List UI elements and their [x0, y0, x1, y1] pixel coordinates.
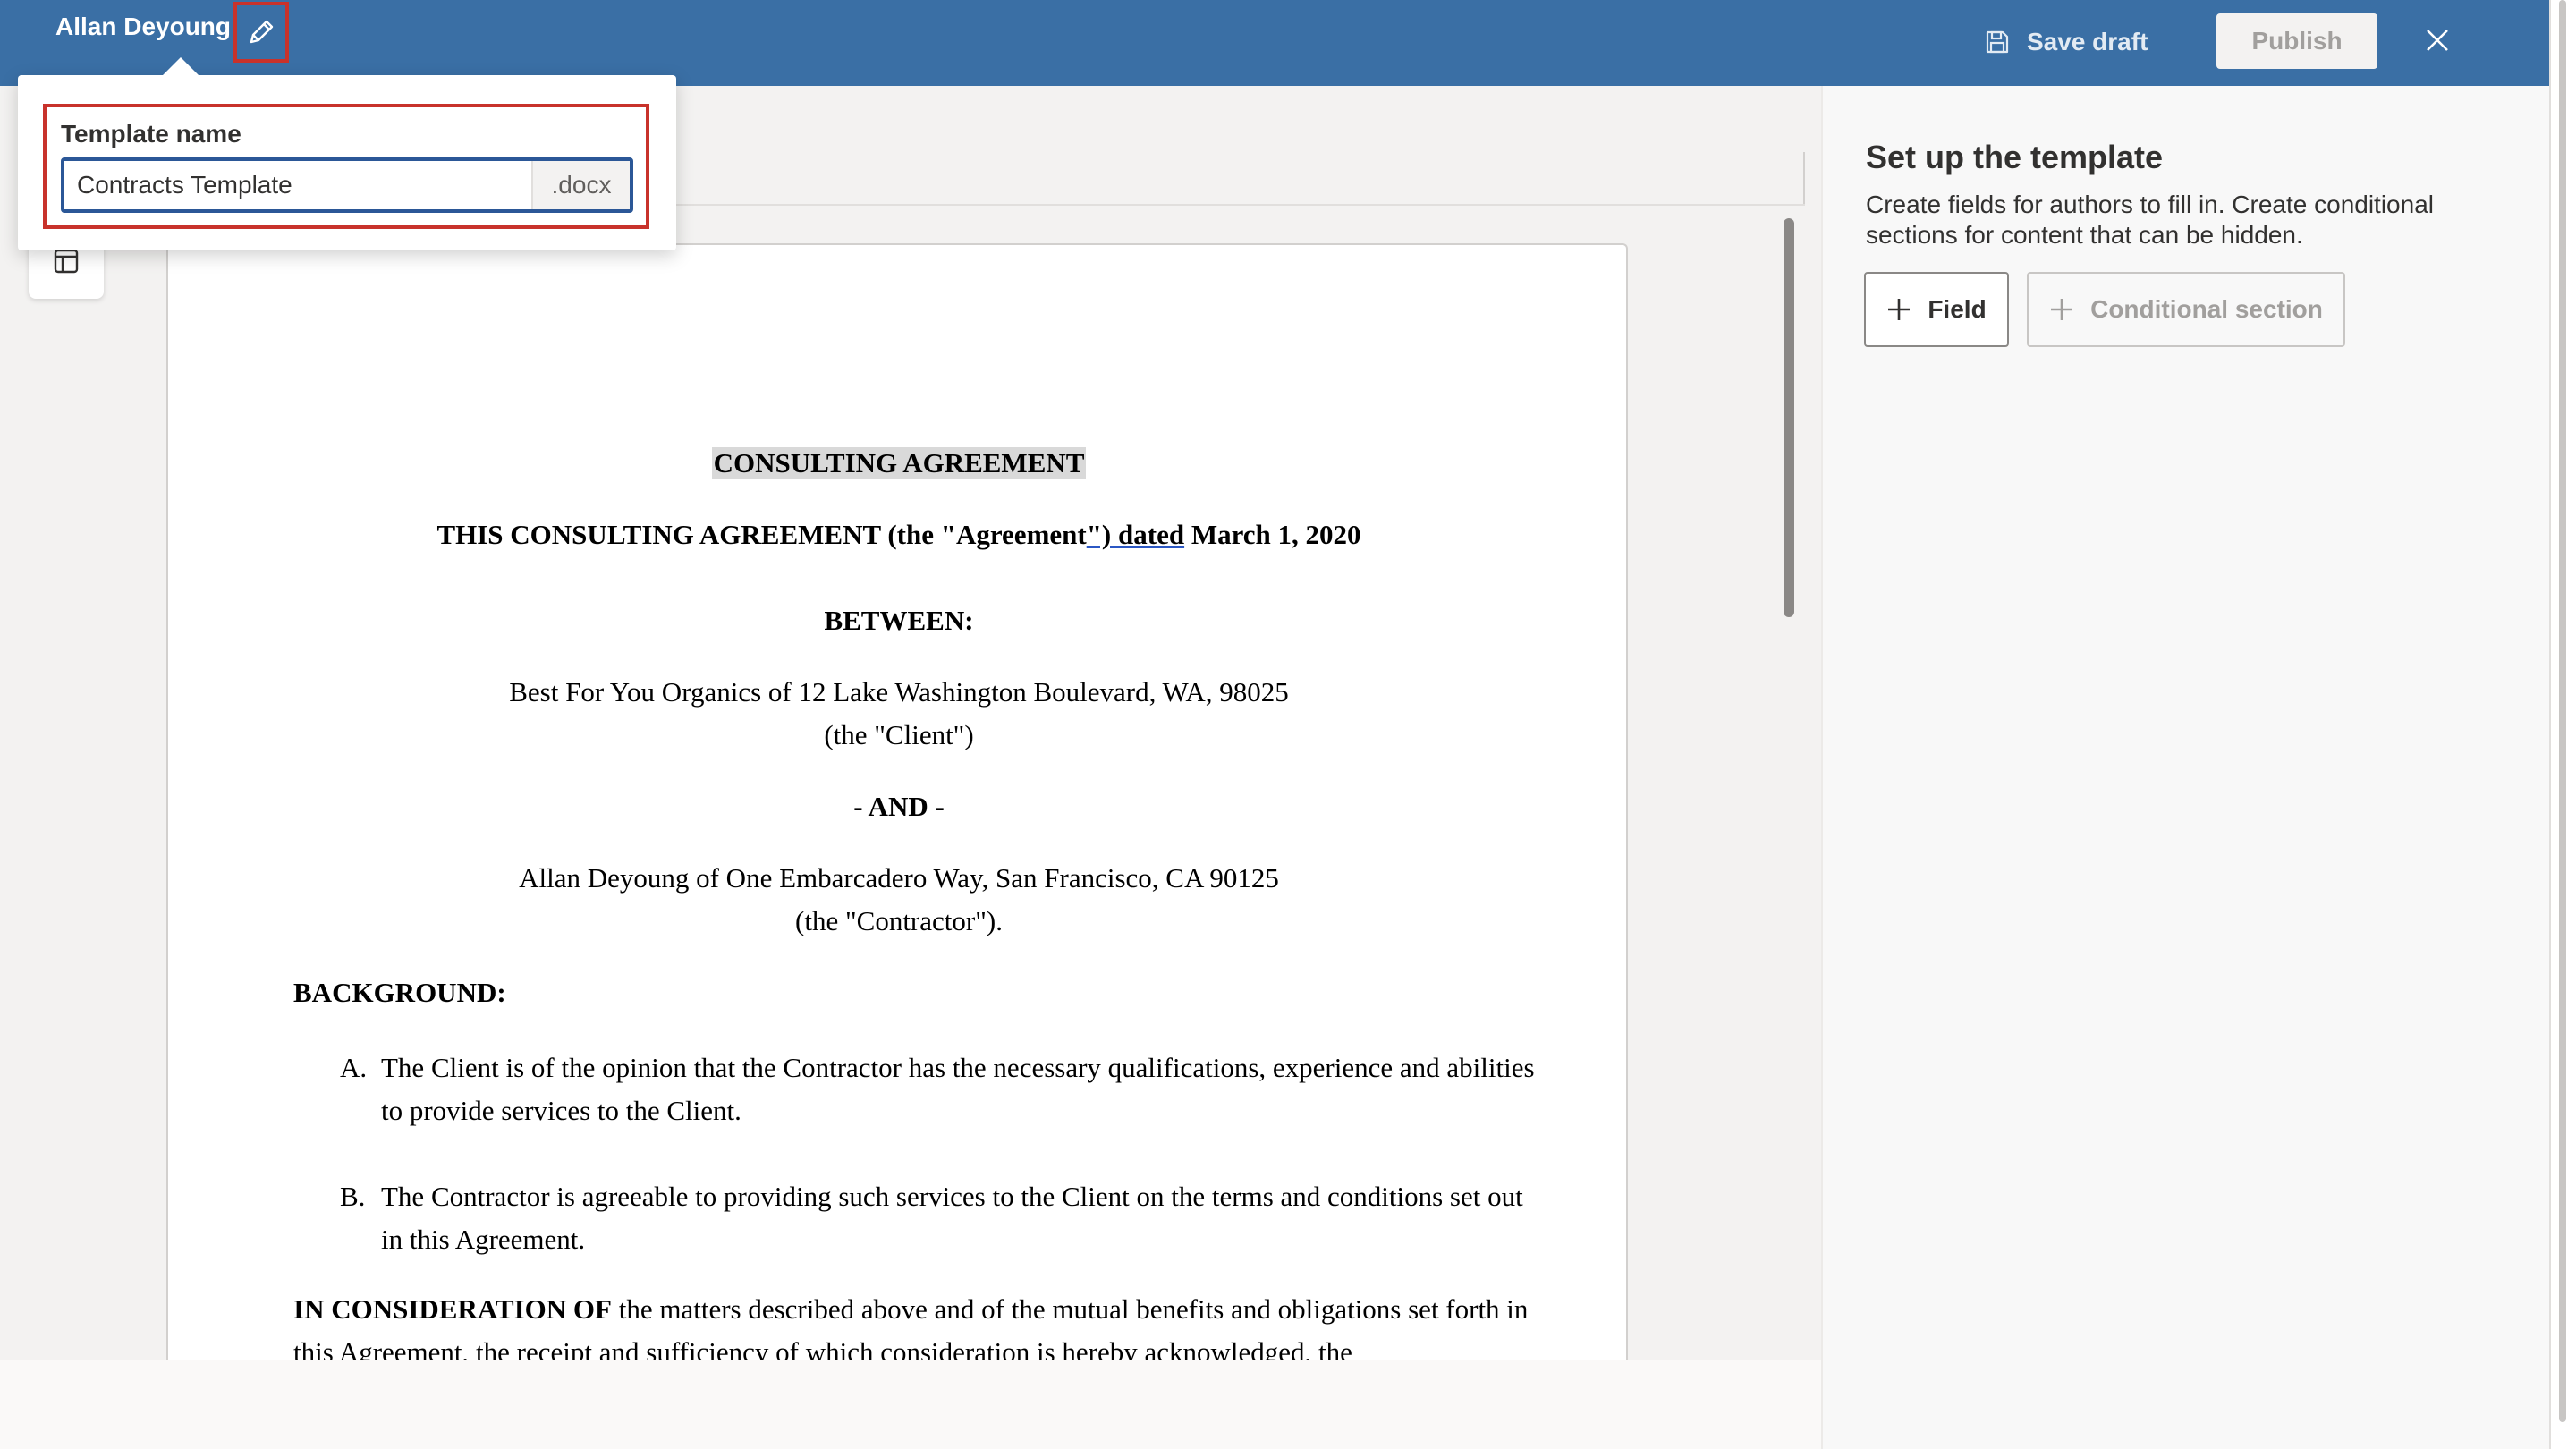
template-name-field[interactable]: .docx — [61, 157, 633, 213]
plus-icon — [1888, 299, 1911, 320]
header-bar — [0, 0, 2549, 86]
publish-label: Publish — [2251, 27, 2343, 55]
agreement-intro: THIS CONSULTING AGREEMENT (the "Agreemen… — [168, 515, 1626, 555]
file-extension-suffix: .docx — [531, 161, 630, 209]
background-heading: BACKGROUND: — [293, 977, 506, 1008]
between-heading: BETWEEN: — [824, 605, 974, 636]
template-name-input[interactable] — [64, 161, 531, 209]
contractor-alias: (the "Contractor"). — [795, 905, 1003, 936]
document-title: CONSULTING AGREEMENT — [711, 447, 1087, 479]
page-scrollbar[interactable] — [2559, 0, 2566, 1422]
publish-button[interactable]: Publish — [2216, 13, 2377, 69]
list-marker: A. — [340, 1052, 368, 1083]
add-conditional-section-button[interactable]: Conditional section — [2027, 272, 2345, 347]
panel-layout-icon — [54, 249, 79, 274]
close-icon — [2427, 30, 2448, 51]
client-line: Best For You Organics of 12 Lake Washing… — [509, 676, 1289, 708]
contractor-line: Allan Deyoung of One Embarcadero Way, Sa… — [519, 862, 1279, 894]
conditional-section-label: Conditional section — [2090, 295, 2323, 323]
panel-title: Set up the template — [1866, 139, 2164, 175]
close-button[interactable] — [2415, 18, 2460, 63]
add-field-button[interactable]: Field — [1864, 272, 2009, 347]
list-item-text: The Contractor is agreeable to providing… — [381, 1181, 1523, 1255]
template-owner-name: Allan Deyoung — [55, 13, 232, 40]
popover-beak — [161, 57, 200, 77]
document-toolbar-separator — [1803, 152, 1805, 204]
template-name-label: Template name — [61, 120, 242, 148]
consideration-paragraph: IN CONSIDERATION OF the matters describe… — [293, 1288, 1546, 1360]
panel-description: Create fields for authors to fill in. Cr… — [1866, 191, 2434, 249]
intro-text: THIS CONSULTING AGREEMENT (the "Agreemen… — [436, 519, 1087, 550]
workspace-footer — [0, 1360, 1821, 1449]
intro-underlined-text[interactable]: ") dated — [1087, 519, 1184, 550]
floppy-disk-icon — [1986, 30, 2009, 54]
list-item-text: The Client is of the opinion that the Co… — [381, 1052, 1535, 1126]
edit-template-name-button[interactable] — [233, 2, 289, 63]
pencil-icon — [250, 20, 274, 44]
document-page[interactable]: CONSULTING AGREEMENT THIS CONSULTING AGR… — [166, 243, 1628, 1360]
plus-icon — [2051, 299, 2073, 320]
save-draft-button[interactable]: Save draft — [1984, 21, 2148, 63]
and-separator: - AND - — [853, 791, 945, 822]
consideration-lead: IN CONSIDERATION OF — [293, 1293, 612, 1325]
document-toolbar-divider — [671, 204, 1805, 206]
document-scrollbar[interactable] — [1784, 218, 1794, 617]
client-alias: (the "Client") — [824, 719, 974, 750]
document-title-line: CONSULTING AGREEMENT — [168, 444, 1626, 483]
save-draft-label: Save draft — [2027, 28, 2148, 55]
list-marker: B. — [340, 1181, 366, 1212]
add-field-label: Field — [1928, 295, 1987, 323]
intro-date: March 1, 2020 — [1184, 519, 1361, 550]
